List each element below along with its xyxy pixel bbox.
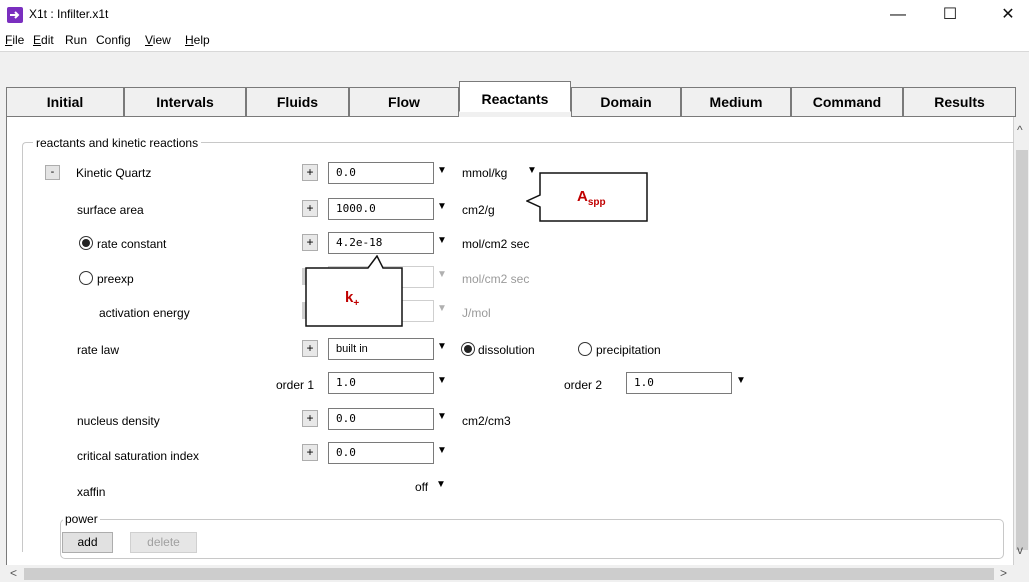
- amount-unit[interactable]: mmol/kg: [462, 166, 507, 180]
- nucleus-density-label: nucleus density: [77, 414, 160, 428]
- power-add-button[interactable]: add: [62, 532, 113, 553]
- order2-field[interactable]: 1.0: [626, 372, 732, 394]
- critical-saturation-field[interactable]: 0.0: [328, 442, 434, 464]
- kplus-callout-text: k+: [345, 289, 360, 309]
- rate-constant-unit[interactable]: mol/cm2 sec: [462, 237, 529, 251]
- amount-plus-button[interactable]: +: [302, 164, 318, 181]
- dissolution-label: dissolution: [478, 343, 535, 357]
- precipitation-radio[interactable]: [578, 342, 592, 356]
- menu-view[interactable]: View: [145, 33, 171, 47]
- activation-energy-unit: J/mol: [462, 306, 491, 320]
- preexp-radio[interactable]: [79, 271, 93, 285]
- tab-fluids[interactable]: Fluids: [246, 87, 349, 117]
- rate-constant-radio[interactable]: [79, 236, 93, 250]
- activation-energy-label: activation energy: [99, 306, 190, 320]
- menu-edit[interactable]: Edit: [33, 33, 54, 47]
- menu-help[interactable]: Help: [185, 33, 210, 47]
- window-title: X1t : Infilter.x1t: [29, 7, 109, 21]
- rate-law-label: rate law: [77, 343, 120, 357]
- surface-area-label: surface area: [77, 203, 144, 217]
- rate-constant-field[interactable]: 4.2e-18: [328, 232, 434, 254]
- nucleus-density-field[interactable]: 0.0: [328, 408, 434, 430]
- tab-reactants[interactable]: Reactants: [459, 81, 571, 112]
- horizontal-scroll-thumb[interactable]: [24, 568, 994, 580]
- scroll-right-icon[interactable]: >: [1000, 566, 1007, 580]
- menu-file[interactable]: File: [5, 33, 24, 47]
- amount-dropdown-icon[interactable]: ▼: [437, 165, 447, 176]
- rate-constant-plus-button[interactable]: +: [302, 234, 318, 251]
- app-icon: [7, 7, 23, 23]
- collapse-button[interactable]: -: [45, 165, 60, 180]
- tab-flow[interactable]: Flow: [349, 87, 459, 117]
- nucleus-density-dropdown-icon[interactable]: ▼: [437, 411, 447, 422]
- dissolution-radio[interactable]: [461, 342, 475, 356]
- group-title: reactants and kinetic reactions: [33, 136, 202, 150]
- tab-results[interactable]: Results: [903, 87, 1016, 117]
- menu-run[interactable]: Run: [65, 33, 87, 47]
- scroll-up-icon[interactable]: ^: [1017, 123, 1023, 137]
- order1-label: order 1: [276, 378, 315, 392]
- critical-saturation-plus-button[interactable]: +: [302, 444, 318, 461]
- xaffin-value[interactable]: off: [415, 480, 428, 494]
- scroll-left-icon[interactable]: <: [10, 566, 17, 580]
- tab-domain[interactable]: Domain: [571, 87, 681, 117]
- tab-medium[interactable]: Medium: [681, 87, 791, 117]
- power-group: [60, 519, 1004, 559]
- amount-field[interactable]: 0.0: [328, 162, 434, 184]
- preexp-unit: mol/cm2 sec: [462, 272, 530, 286]
- reactant-name: Kinetic Quartz: [76, 166, 152, 180]
- scroll-down-icon[interactable]: v: [1017, 543, 1023, 557]
- power-delete-button: delete: [130, 532, 197, 553]
- xaffin-label: xaffin: [77, 485, 106, 499]
- critical-saturation-label: critical saturation index: [77, 449, 200, 463]
- maximize-button[interactable]: ☐: [935, 3, 965, 27]
- order2-label: order 2: [564, 378, 603, 392]
- activation-energy-dropdown-icon: ▼: [437, 303, 447, 314]
- nucleus-density-unit[interactable]: cm2/cm3: [462, 414, 511, 428]
- preexp-dropdown-icon: ▼: [437, 269, 447, 280]
- nucleus-density-plus-button[interactable]: +: [302, 410, 318, 427]
- rate-law-plus-button[interactable]: +: [302, 340, 318, 357]
- surface-area-plus-button[interactable]: +: [302, 200, 318, 217]
- precipitation-label: precipitation: [596, 343, 661, 357]
- title-bar: [0, 0, 1029, 30]
- tab-initial[interactable]: Initial: [6, 87, 124, 117]
- preexp-label: preexp: [97, 272, 134, 286]
- minimize-button[interactable]: —: [883, 3, 913, 27]
- close-button[interactable]: ✕: [993, 3, 1023, 27]
- rate-law-field[interactable]: built in: [328, 338, 434, 360]
- rate-constant-label: rate constant: [97, 237, 167, 251]
- order1-field[interactable]: 1.0: [328, 372, 434, 394]
- tab-intervals[interactable]: Intervals: [124, 87, 246, 117]
- power-label: power: [63, 512, 100, 526]
- rate-constant-dropdown-icon[interactable]: ▼: [437, 235, 447, 246]
- order1-dropdown-icon[interactable]: ▼: [437, 375, 447, 386]
- surface-area-field[interactable]: 1000.0: [328, 198, 434, 220]
- aspp-callout-text: Aspp: [577, 188, 606, 208]
- surface-area-dropdown-icon[interactable]: ▼: [437, 201, 447, 212]
- rate-law-dropdown-icon[interactable]: ▼: [437, 341, 447, 352]
- menu-config[interactable]: Config: [96, 33, 131, 47]
- critical-saturation-dropdown-icon[interactable]: ▼: [437, 445, 447, 456]
- order2-dropdown-icon[interactable]: ▼: [736, 375, 746, 386]
- tab-command[interactable]: Command: [791, 87, 903, 117]
- xaffin-dropdown-icon[interactable]: ▼: [436, 479, 446, 490]
- surface-area-unit[interactable]: cm2/g: [462, 203, 495, 217]
- vertical-scroll-thumb[interactable]: [1016, 150, 1028, 550]
